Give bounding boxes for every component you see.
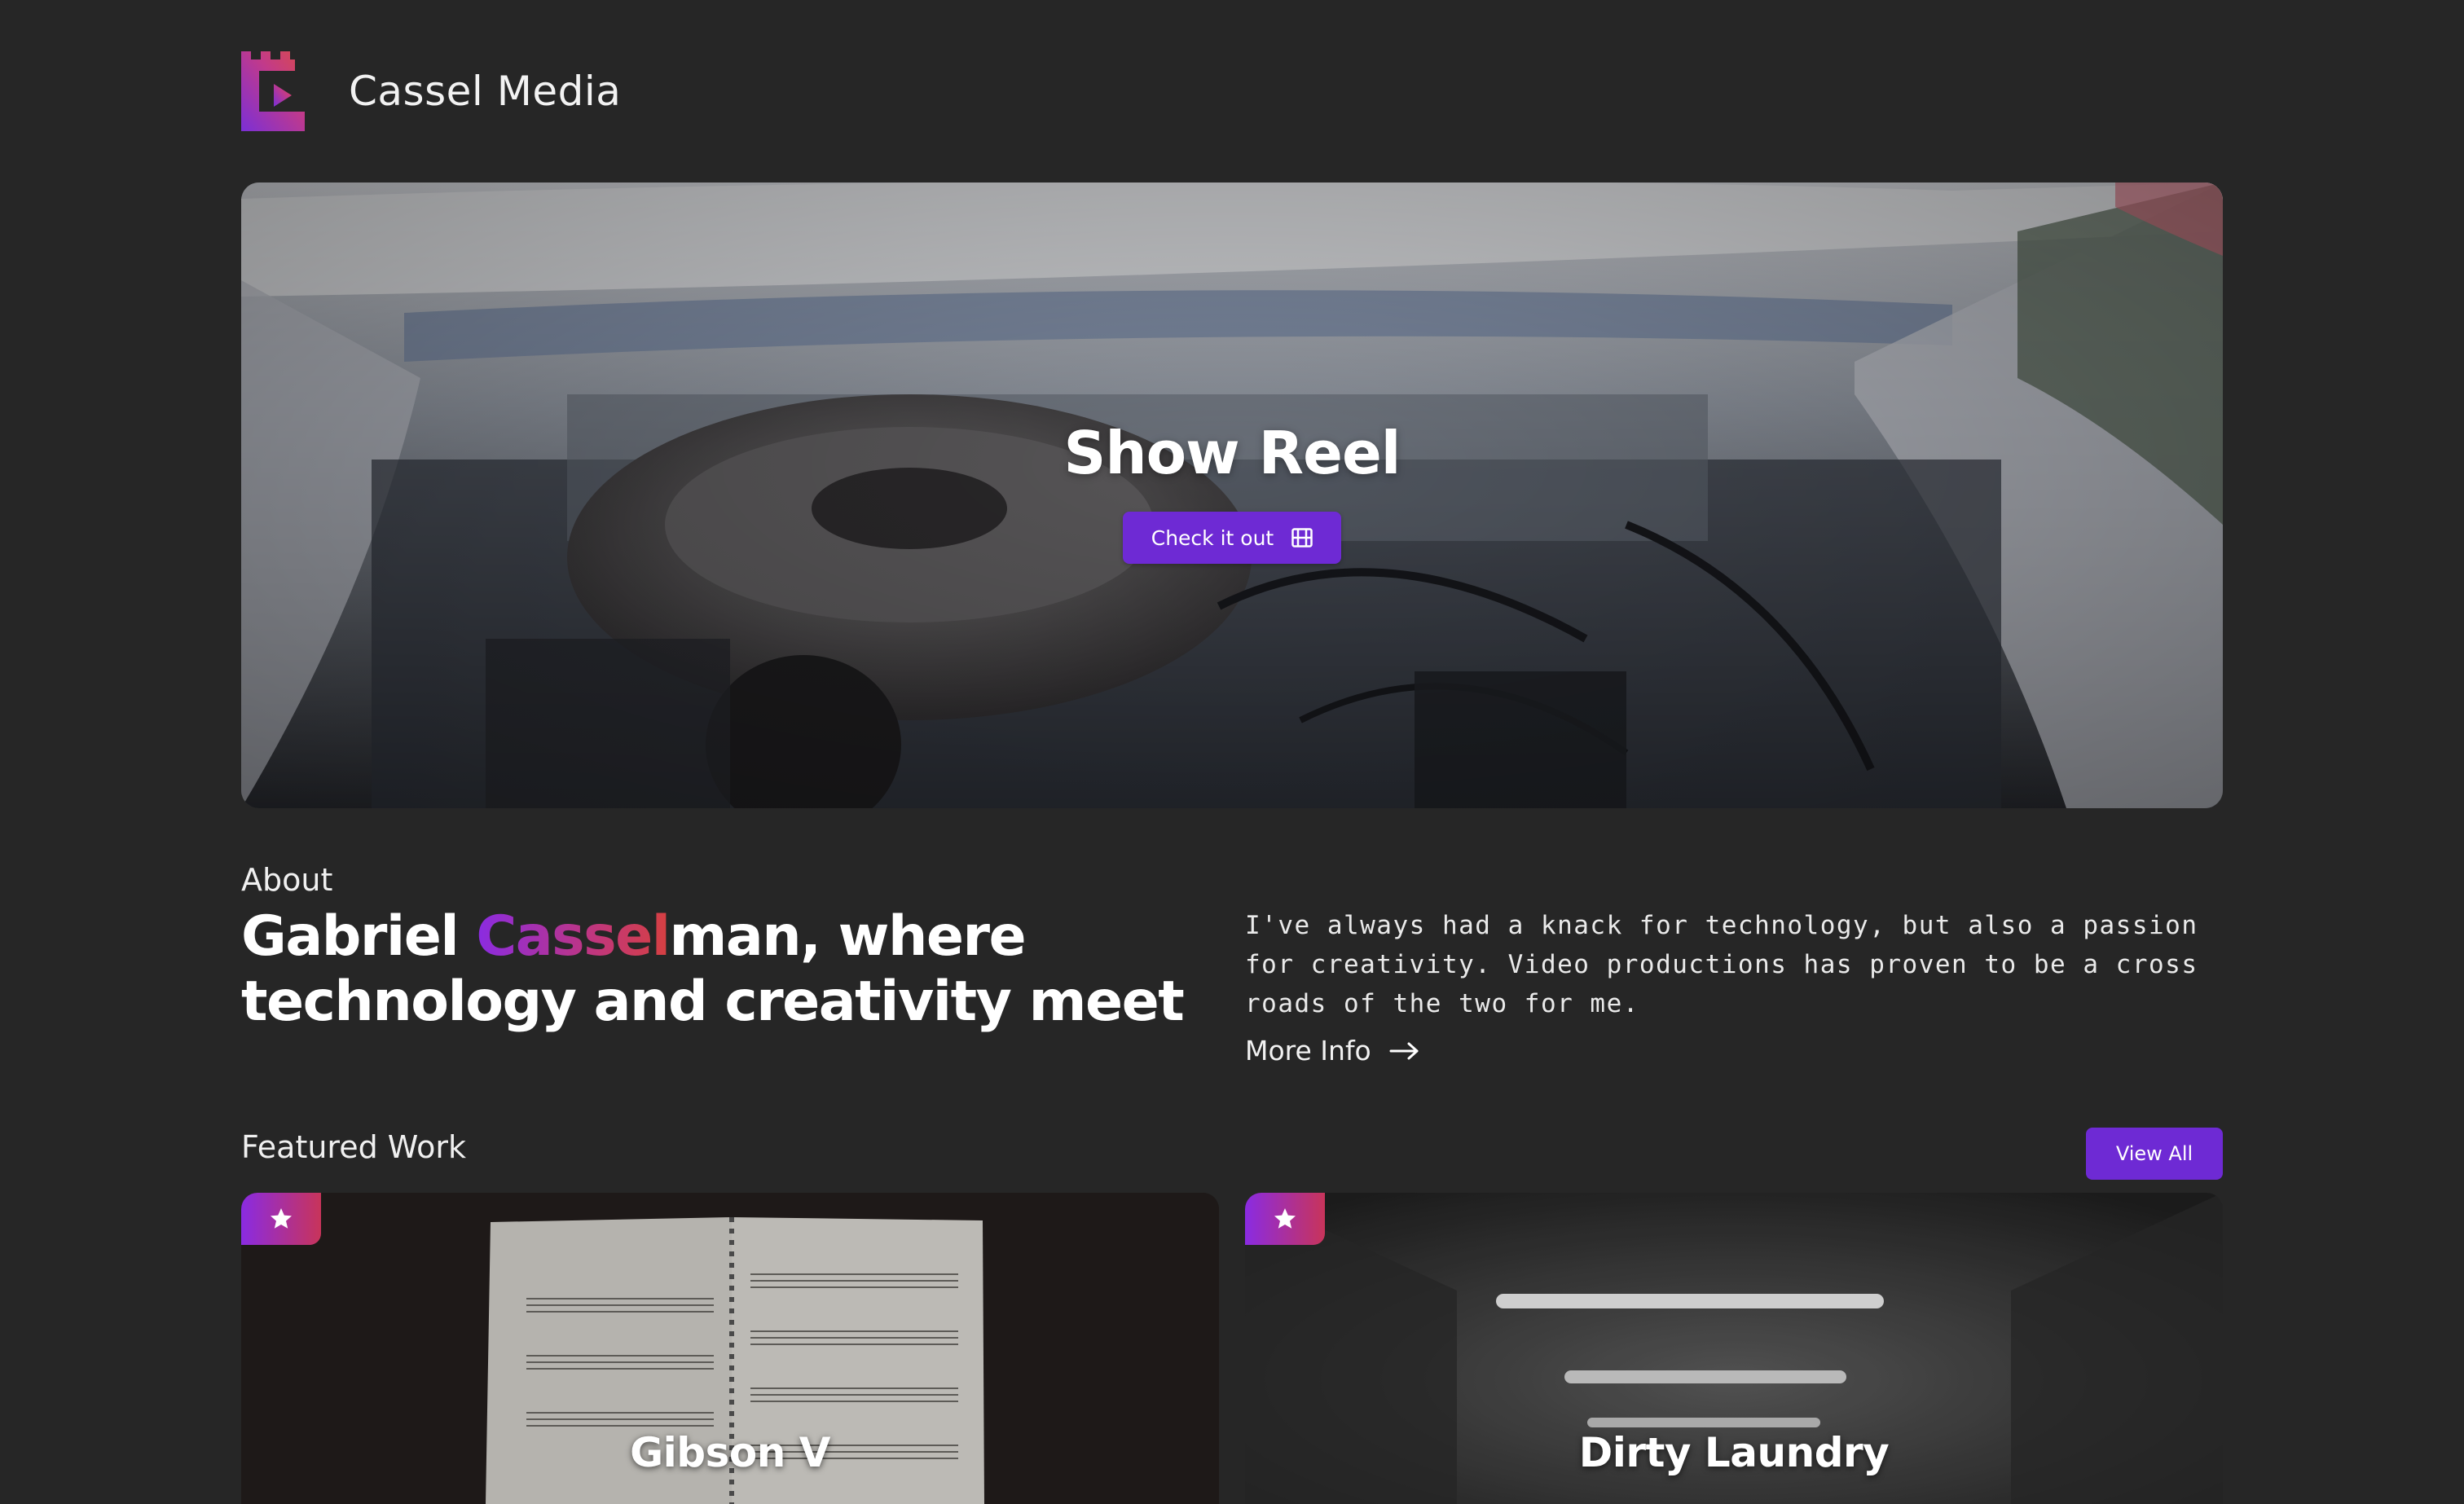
heading-accent: Cassel <box>476 904 671 969</box>
featured-card-gibson-v[interactable]: Gibson V <box>241 1193 1219 1504</box>
more-info-label: More Info <box>1245 1035 1371 1066</box>
film-icon <box>1291 528 1313 548</box>
star-icon <box>1274 1208 1296 1229</box>
featured-work-label: Featured Work <box>241 1129 467 1165</box>
heading-part-1: Gabriel <box>241 904 477 969</box>
featured-card-dirty-laundry[interactable]: Dirty Laundry <box>1245 1193 2223 1504</box>
about-description: I've always had a knack for technology, … <box>1245 911 2198 1018</box>
brand-name[interactable]: Cassel Media <box>349 68 621 115</box>
about-heading: Gabriel Casselman, where technology and … <box>241 904 1235 1035</box>
hero-overlay <box>241 183 2223 808</box>
arrow-right-icon <box>1389 1042 1419 1059</box>
hero-title: Show Reel <box>1063 419 1401 487</box>
featured-badge <box>1245 1193 1325 1245</box>
view-all-button[interactable]: View All <box>2086 1128 2223 1180</box>
featured-badge <box>241 1193 321 1245</box>
site-header: Cassel Media <box>241 51 621 132</box>
card-title: Dirty Laundry <box>1578 1429 1890 1476</box>
show-reel-hero[interactable]: Show Reel Check it out <box>241 183 2223 808</box>
hero-button-label: Check it out <box>1151 526 1274 550</box>
card-title: Gibson V <box>630 1429 830 1476</box>
about-label: About <box>241 862 333 898</box>
star-icon <box>271 1208 292 1229</box>
more-info-link[interactable]: More Info <box>1245 1035 1420 1066</box>
cassel-media-logo[interactable] <box>241 51 305 131</box>
check-it-out-button[interactable]: Check it out <box>1123 512 1341 564</box>
